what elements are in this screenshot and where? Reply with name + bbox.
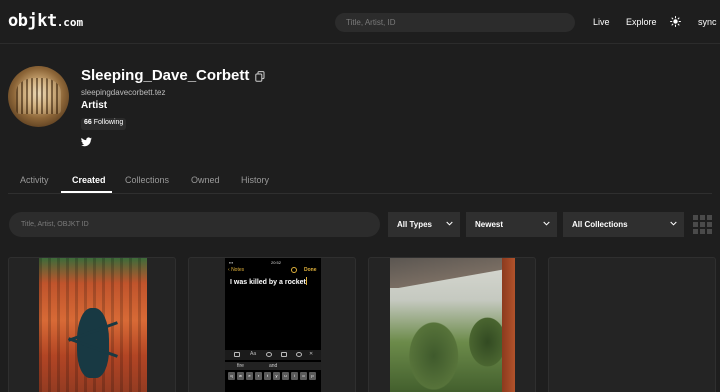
token-thumbnail-image: ▪▪▪ 20:52 ‹ Notes Done I was killed by a… xyxy=(225,258,321,392)
chevron-down-icon xyxy=(446,221,453,226)
token-thumbnail-image xyxy=(390,258,515,392)
following-badge[interactable]: 66 Following xyxy=(81,118,127,130)
objkt-logo[interactable]: objkt.com xyxy=(8,11,83,31)
format-icon: Aa xyxy=(250,351,257,357)
tab-collections[interactable]: Collections xyxy=(125,175,169,185)
camera-icon xyxy=(281,352,287,357)
phone-carrier-signal: ▪▪▪ xyxy=(229,260,234,265)
type-select-value: All Types xyxy=(397,220,432,229)
token-card[interactable] xyxy=(548,257,716,392)
artwork-post xyxy=(502,258,515,392)
logo-tld: .com xyxy=(56,16,84,29)
key-p: p xyxy=(309,372,316,380)
more-options-icon xyxy=(291,267,297,273)
close-icon: ✕ xyxy=(309,351,314,357)
profile-name: Sleeping_Dave_Corbett xyxy=(81,67,250,84)
chevron-down-icon xyxy=(670,221,677,226)
key-o: o xyxy=(300,372,307,380)
notes-toolbar: Aa ✕ xyxy=(225,350,321,360)
top-bar: objkt.com Title, Artist, ID Live Explore… xyxy=(0,0,720,44)
collection-select[interactable]: All Collections xyxy=(563,212,684,237)
key-w: w xyxy=(237,372,244,380)
token-card[interactable] xyxy=(368,257,536,392)
twitter-icon[interactable] xyxy=(81,137,92,147)
artwork-beam xyxy=(390,258,515,288)
text-cursor xyxy=(305,277,307,285)
sort-select[interactable]: Newest xyxy=(466,212,557,237)
grid-view-icon[interactable] xyxy=(693,215,712,234)
logo-text: objkt xyxy=(8,11,57,31)
token-card[interactable] xyxy=(8,257,176,392)
collection-select-value: All Collections xyxy=(572,220,628,229)
chevron-down-icon xyxy=(543,221,550,226)
nav-explore-link[interactable]: Explore xyxy=(626,17,657,27)
profile-role: Artist xyxy=(81,100,108,111)
profile-tez-domain: sleepingdavecorbett.tez xyxy=(81,88,166,97)
note-text-content: I was killed by a rocket xyxy=(230,279,306,286)
phone-status-time: 20:52 xyxy=(270,260,281,265)
following-count: 66 xyxy=(84,119,92,126)
sync-wallet-button[interactable]: sync xyxy=(698,17,717,27)
token-thumbnail-image xyxy=(39,258,147,392)
tabs-divider xyxy=(8,193,712,194)
notes-done-label: Done xyxy=(304,267,317,273)
nav-live-link[interactable]: Live xyxy=(593,17,610,27)
type-select[interactable]: All Types xyxy=(388,212,460,237)
table-icon xyxy=(234,352,240,357)
sort-select-value: Newest xyxy=(475,220,504,229)
artwork-figure xyxy=(77,308,109,378)
filter-search-input[interactable]: Title, Artist, OBJKT ID xyxy=(9,212,380,237)
markup-icon xyxy=(296,352,302,357)
suggestion-2: and xyxy=(269,363,278,369)
key-r: r xyxy=(255,372,262,380)
checklist-icon xyxy=(266,352,272,357)
key-i: i xyxy=(291,372,298,380)
header-search-input[interactable]: Title, Artist, ID xyxy=(335,13,575,32)
tab-activity[interactable]: Activity xyxy=(20,175,49,185)
key-y: y xyxy=(273,372,280,380)
note-text: I was killed by a rocket xyxy=(230,277,307,286)
notes-back-link: ‹ Notes xyxy=(228,267,245,273)
copy-address-icon[interactable] xyxy=(255,71,265,82)
following-label: Following xyxy=(93,119,124,126)
sun-icon[interactable] xyxy=(670,16,681,27)
tab-created[interactable]: Created xyxy=(72,175,106,185)
suggestion-1: fire xyxy=(237,363,244,369)
key-q: q xyxy=(228,372,235,380)
phone-status-bar: ▪▪▪ 20:52 xyxy=(229,260,317,265)
tab-history[interactable]: History xyxy=(241,175,269,185)
keyboard-suggestions: fire and xyxy=(225,362,321,370)
profile-avatar xyxy=(8,66,69,127)
token-card[interactable]: ▪▪▪ 20:52 ‹ Notes Done I was killed by a… xyxy=(188,257,356,392)
notes-back-label: Notes xyxy=(231,267,245,273)
key-t: t xyxy=(264,372,271,380)
key-e: e xyxy=(246,372,253,380)
tab-owned[interactable]: Owned xyxy=(191,175,220,185)
key-u: u xyxy=(282,372,289,380)
